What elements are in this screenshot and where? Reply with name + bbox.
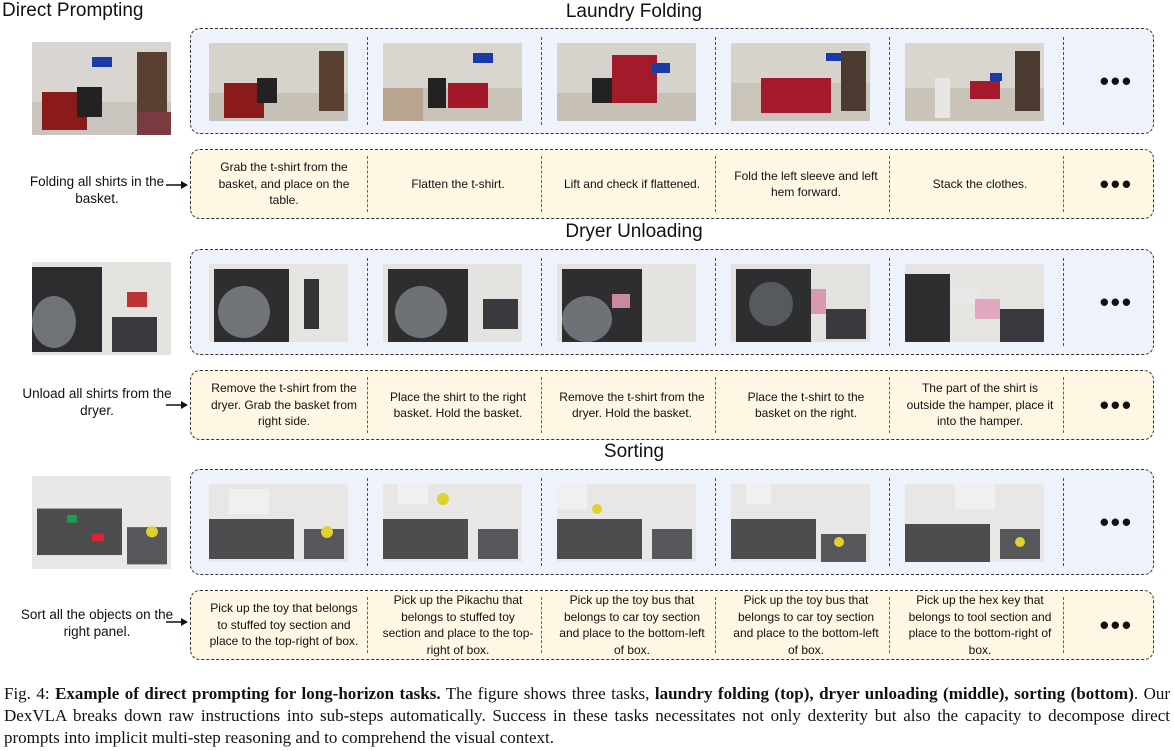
- sorting-image-separator: [1063, 478, 1064, 566]
- dryer-step-5: The part of the shirt is outside the ham…: [906, 381, 1054, 429]
- sorting-step-1-image: [209, 484, 348, 562]
- laundry-image-separator: [1063, 37, 1064, 125]
- dryer-images-ellipsis: •••: [1099, 287, 1133, 317]
- laundry-step-5: Stack the clothes.: [932, 176, 1028, 191]
- dryer-initial-image: [32, 262, 171, 355]
- sorting-initial-image: [32, 476, 171, 569]
- dryer-step-separator: [889, 377, 890, 433]
- sorting-prompt: Sort all the objects on the right panel.: [20, 607, 174, 639]
- dryer-step-4-image: [731, 264, 870, 342]
- sorting-image-separator: [541, 478, 542, 566]
- sorting-step-separator: [541, 597, 542, 653]
- dryer-step-separator: [541, 377, 542, 433]
- dryer-step-separator: [367, 377, 368, 433]
- dryer-step-4: Place the t-shirt to the basket on the r…: [747, 389, 865, 421]
- sorting-step-panel: Pick up the toy that belongs to stuffed …: [190, 590, 1154, 660]
- laundry-step-4-image: [731, 43, 870, 121]
- dryer-step-5-image: [905, 264, 1044, 342]
- dryer-step-separator: [1063, 377, 1064, 433]
- direct-prompting-header: Direct Prompting: [2, 0, 144, 21]
- sorting-step-2-image: [383, 484, 522, 562]
- sorting-images-ellipsis: •••: [1099, 507, 1133, 537]
- laundry-arrow-icon: [166, 181, 188, 189]
- laundry-image-separator: [715, 37, 716, 125]
- caption-bold-title: Example of direct prompting for long-hor…: [55, 684, 441, 703]
- laundry-step-separator: [715, 156, 716, 212]
- laundry-step-5-image: [905, 43, 1044, 121]
- dryer-step-2: Place the shirt to the right basket. Hol…: [389, 389, 527, 421]
- laundry-prompt: Folding all shirts in the basket.: [29, 174, 165, 206]
- laundry-image-separator: [367, 37, 368, 125]
- dryer-step-1-image: [209, 264, 348, 342]
- dryer-step-3: Remove the t-shirt from the dryer. Hold …: [559, 389, 705, 421]
- sorting-step-2: Pick up the Pikachu that belongs to stuf…: [382, 593, 534, 657]
- laundry-step-separator: [889, 156, 890, 212]
- sorting-step-5-image: [905, 484, 1044, 562]
- dryer-prompt: Unload all shirts from the dryer.: [22, 386, 172, 418]
- caption-bold-tasks: laundry folding (top), dryer unloading (…: [654, 684, 1134, 703]
- sorting-steps-ellipsis: •••: [1099, 610, 1133, 640]
- laundry-steps-ellipsis: •••: [1099, 169, 1133, 199]
- sorting-image-separator: [367, 478, 368, 566]
- section-title-dryer-unloading: Dryer Unloading: [565, 221, 703, 242]
- dryer-steps-ellipsis: •••: [1099, 390, 1133, 420]
- laundry-step-separator: [541, 156, 542, 212]
- figure-caption: Fig. 4: Example of direct prompting for …: [4, 683, 1170, 749]
- dryer-arrow-icon: [166, 401, 188, 409]
- sorting-step-3-image: [557, 484, 696, 562]
- laundry-step-3: Lift and check if flattened.: [563, 176, 701, 191]
- laundry-step-separator: [367, 156, 368, 212]
- laundry-step-3-image: [557, 43, 696, 121]
- sorting-image-separator: [715, 478, 716, 566]
- dryer-image-separator: [541, 258, 542, 346]
- sorting-image-separator: [889, 478, 890, 566]
- laundry-image-separator: [889, 37, 890, 125]
- sorting-step-4-image: [731, 484, 870, 562]
- section-title-sorting: Sorting: [603, 441, 665, 462]
- dryer-image-separator: [715, 258, 716, 346]
- dryer-step-3-image: [557, 264, 696, 342]
- caption-fig-label: Fig. 4:: [4, 684, 50, 703]
- laundry-step-4: Fold the left sleeve and left hem forwar…: [734, 168, 878, 200]
- dryer-step-separator: [715, 377, 716, 433]
- laundry-step-separator: [1063, 156, 1064, 212]
- dryer-image-separator: [1063, 258, 1064, 346]
- laundry-step-1-image: [209, 43, 348, 121]
- dryer-step-1: Remove the t-shirt from the dryer. Grab …: [210, 381, 358, 429]
- dryer-image-separator: [367, 258, 368, 346]
- laundry-step-2-image: [383, 43, 522, 121]
- sorting-step-5: Pick up the hex key that belongs to tool…: [908, 593, 1052, 657]
- laundry-image-panel: •••: [190, 28, 1154, 134]
- sorting-step-separator: [1063, 597, 1064, 653]
- sorting-step-separator: [715, 597, 716, 653]
- sorting-step-1: Pick up the toy that belongs to stuffed …: [209, 601, 359, 649]
- laundry-step-2: Flatten the t-shirt.: [411, 176, 505, 191]
- laundry-initial-image: [32, 42, 171, 135]
- laundry-step-panel: Grab the t-shirt from the basket, and pl…: [190, 149, 1154, 219]
- sorting-image-panel: •••: [190, 469, 1154, 575]
- sorting-step-separator: [889, 597, 890, 653]
- laundry-image-separator: [541, 37, 542, 125]
- laundry-images-ellipsis: •••: [1099, 66, 1133, 96]
- section-title-laundry-folding: Laundry Folding: [565, 1, 703, 22]
- sorting-step-separator: [367, 597, 368, 653]
- dryer-step-panel: Remove the t-shirt from the dryer. Grab …: [190, 370, 1154, 440]
- dryer-image-panel: •••: [190, 249, 1154, 355]
- sorting-step-3: Pick up the toy bus that belongs to car …: [559, 593, 705, 657]
- sorting-arrow-icon: [166, 618, 188, 626]
- laundry-step-1: Grab the t-shirt from the basket, and pl…: [218, 160, 350, 208]
- dryer-step-2-image: [383, 264, 522, 342]
- dryer-image-separator: [889, 258, 890, 346]
- caption-text-1: The figure shows three tasks,: [440, 684, 655, 703]
- sorting-step-4: Pick up the toy bus that belongs to car …: [733, 593, 879, 657]
